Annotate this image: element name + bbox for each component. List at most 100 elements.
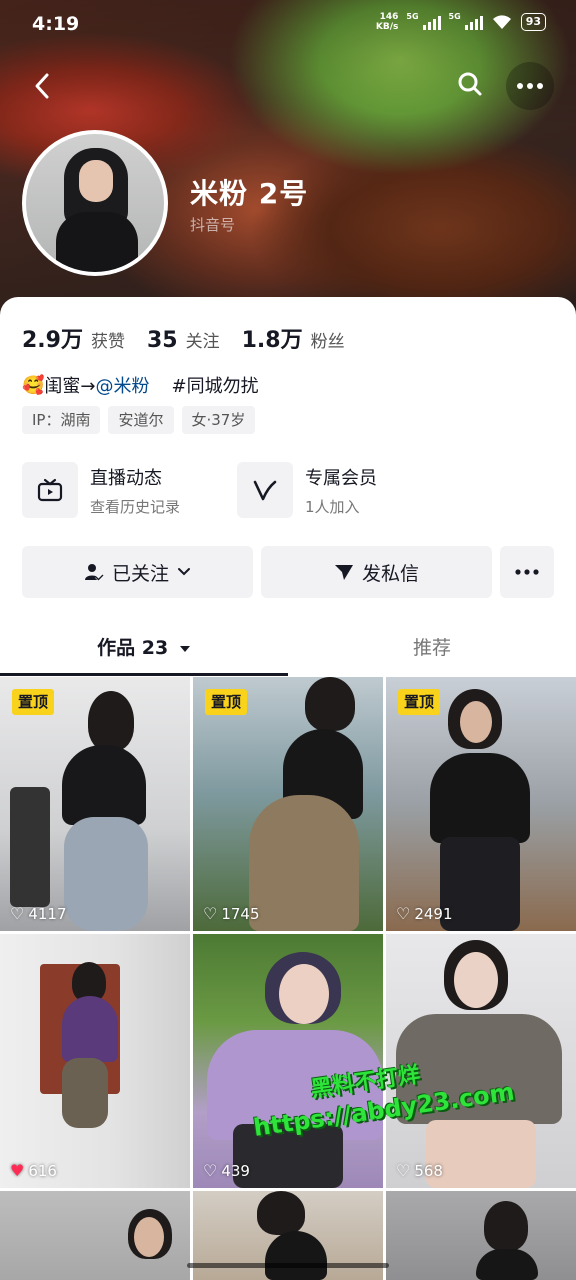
thumb-figure (64, 817, 148, 931)
video-likes: ♡ 568 (396, 1161, 443, 1180)
stat-likes[interactable]: 2.9万 获赞 (22, 322, 125, 354)
wifi-icon (492, 15, 511, 29)
douyin-id[interactable]: 抖音号 (190, 214, 235, 235)
thumb-figure (257, 1191, 305, 1235)
stat-following[interactable]: 35 关注 (147, 327, 220, 353)
stat-following-value: 35 (146, 328, 178, 353)
thumb-figure (62, 745, 146, 825)
active-tab-indicator (0, 673, 288, 676)
video-like-count: 4117 (28, 904, 67, 923)
more-dots-icon (517, 83, 543, 89)
live-history-subtitle: 查看历史记录 (90, 497, 181, 516)
thumb-figure (10, 787, 50, 907)
membership-entry[interactable]: 专属会员 1人加入 (237, 462, 377, 518)
membership-subtitle: 1人加入 (305, 497, 360, 516)
home-indicator[interactable] (187, 1263, 389, 1268)
video-like-count: 2491 (414, 904, 453, 923)
tab-works-label: 作品 23 (97, 637, 169, 659)
thumb-figure (454, 952, 498, 1008)
more-options-button[interactable] (506, 62, 554, 110)
video-likes: ♥ 616 (10, 1161, 57, 1180)
sim1-label: 5G (406, 12, 419, 21)
pinned-badge: 置顶 (205, 689, 248, 715)
ip-location-chip: IP：湖南 (22, 406, 101, 434)
send-message-button[interactable]: 发私信 (261, 546, 492, 598)
back-button[interactable] (22, 66, 62, 106)
chevron-down-icon (178, 568, 190, 576)
video-thumbnail[interactable]: 置顶 ♡ 2491 (386, 677, 576, 931)
video-like-count: 1745 (221, 904, 260, 923)
tab-recommended[interactable]: 推荐 (288, 626, 576, 676)
signal-icon (422, 14, 441, 30)
video-like-count: 439 (221, 1161, 250, 1180)
video-thumbnail[interactable]: ♥ 616 (0, 934, 190, 1188)
video-thumbnail[interactable] (0, 1191, 190, 1280)
bio-text: 闺蜜→ (44, 376, 96, 397)
search-button[interactable] (448, 62, 492, 106)
status-bar: 4:19 146 KB/s 5G 5G 93 (0, 0, 576, 50)
tab-recommended-label: 推荐 (412, 637, 451, 659)
network-speed: 146 KB/s (376, 12, 398, 32)
chevron-left-icon (35, 73, 49, 99)
video-likes: ♡ 4117 (10, 904, 67, 923)
status-time: 4:19 (32, 13, 80, 35)
more-actions-button[interactable] (500, 546, 554, 598)
avatar-body (56, 212, 138, 272)
stat-following-label: 关注 (185, 332, 220, 352)
more-dots-icon (515, 569, 539, 575)
following-label: 已关注 (111, 562, 169, 585)
profile-stats: 2.9万 获赞 35 关注 1.8万 粉丝 (22, 322, 345, 354)
smiling-hearts-emoji: 🥰 (22, 374, 45, 396)
video-thumbnail[interactable]: 置顶 ♡ 1745 (193, 677, 383, 931)
send-icon (334, 565, 353, 580)
live-history-entry[interactable]: 直播动态 查看历史记录 (22, 462, 180, 518)
thumb-figure (460, 701, 492, 743)
pinned-badge: 置顶 (12, 689, 55, 715)
thumb-figure (249, 795, 359, 931)
v-badge-icon (237, 462, 293, 518)
heart-outline-icon: ♡ (396, 904, 411, 923)
tv-icon (22, 462, 78, 518)
thumb-figure (430, 753, 530, 843)
tab-works[interactable]: 作品 23 (0, 626, 288, 676)
video-thumbnail[interactable]: ♡ 439 (193, 934, 383, 1188)
thumb-figure (62, 996, 118, 1062)
stat-likes-value: 2.9万 (22, 328, 83, 353)
user-check-icon (84, 564, 104, 582)
heart-filled-icon: ♥ (10, 1161, 25, 1180)
avatar[interactable] (22, 130, 168, 276)
pinned-badge: 置顶 (398, 689, 441, 715)
video-like-count: 568 (414, 1161, 443, 1180)
thumb-figure (62, 1058, 108, 1128)
avatar-face (79, 160, 113, 202)
network-speed-value: 146 (379, 12, 399, 22)
video-thumbnail[interactable]: 置顶 ♡ 4117 (0, 677, 190, 931)
video-likes: ♡ 439 (203, 1161, 250, 1180)
stat-followers-value: 1.8万 (241, 328, 303, 353)
bio-mention-link[interactable]: @米粉 (96, 372, 150, 398)
stat-likes-label: 获赞 (90, 332, 125, 352)
thumb-figure (88, 691, 134, 751)
heart-outline-icon: ♡ (203, 1161, 218, 1180)
thumb-figure (484, 1201, 528, 1251)
signal-icon-2 (464, 14, 483, 30)
thumb-figure (265, 1231, 327, 1280)
video-likes: ♡ 1745 (203, 904, 260, 923)
video-like-count: 616 (28, 1161, 57, 1180)
profile-tags: IP：湖南 安道尔 女·37岁 (22, 406, 256, 434)
following-button[interactable]: 已关注 (22, 546, 253, 598)
region-chip[interactable]: 安道尔 (108, 406, 174, 434)
sim2-label: 5G (448, 12, 461, 21)
video-thumbnail[interactable] (386, 1191, 576, 1280)
send-message-label: 发私信 (361, 562, 419, 585)
heart-outline-icon: ♡ (10, 904, 25, 923)
battery-indicator: 93 (520, 13, 546, 31)
heart-outline-icon: ♡ (396, 1161, 411, 1180)
thumb-figure (279, 964, 329, 1024)
bio-hashtag: #同城勿扰 (171, 376, 259, 397)
network-speed-unit: KB/s (375, 22, 399, 32)
status-indicators: 146 KB/s 5G 5G 93 (376, 12, 546, 32)
gender-age-chip: 女·37岁 (181, 406, 256, 434)
content-tabs: 作品 23 推荐 (0, 626, 576, 676)
stat-followers[interactable]: 1.8万 粉丝 (242, 322, 345, 354)
